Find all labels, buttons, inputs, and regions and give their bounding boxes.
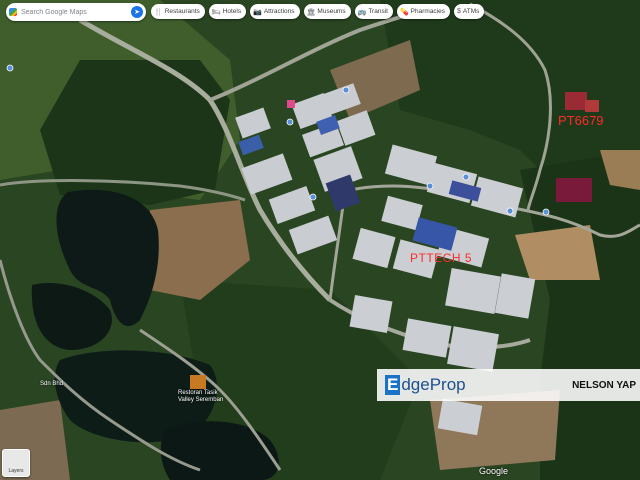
chip-label: Restaurants — [164, 8, 200, 15]
chip-atms[interactable]: $ ATMs — [454, 4, 485, 19]
google-maps-logo-icon — [9, 8, 17, 16]
chip-hotels[interactable]: 🛏 Hotels — [208, 4, 247, 19]
search-input[interactable]: Search Google Maps — [21, 9, 131, 16]
pharmacy-icon: 💊 — [399, 8, 409, 16]
company-place-label[interactable]: Sdn Bhd — [40, 381, 63, 387]
chip-label: Pharmacies — [410, 8, 445, 15]
chip-label: Transit — [368, 8, 388, 15]
atm-icon: $ — [457, 8, 461, 15]
category-chips: 🍴 Restaurants 🛏 Hotels 📷 Attractions 🏛 Museu… — [151, 4, 485, 19]
edgeprop-logo: EdgeProp — [385, 375, 466, 395]
google-attribution: Google — [479, 466, 509, 476]
museum-icon: 🏛 — [306, 8, 316, 16]
agent-name: NELSON YAP — [572, 379, 636, 391]
site-annotation-label: PTTECH 5 — [410, 251, 473, 265]
brand-initial: E — [385, 375, 401, 395]
chip-restaurants[interactable]: 🍴 Restaurants — [151, 4, 205, 19]
search-bar[interactable]: Search Google Maps ➤ — [6, 3, 146, 21]
satellite-map[interactable] — [0, 0, 640, 480]
chip-label: Hotels — [222, 8, 242, 15]
fork-knife-icon: 🍴 — [154, 8, 163, 16]
camera-icon: 📷 — [253, 8, 262, 16]
chip-museums[interactable]: 🏛 Museums — [303, 4, 351, 19]
chip-label: ATMs — [462, 8, 480, 15]
chip-label: Attractions — [263, 8, 295, 15]
restaurant-place-label[interactable]: Restoran Tasik Valley Seremban — [178, 390, 223, 404]
restaurant-name: Restoran Tasik Valley Seremban — [178, 390, 224, 403]
bed-icon: 🛏 — [211, 8, 221, 16]
layers-button[interactable]: Layers — [2, 449, 30, 477]
chip-label: Museums — [317, 8, 346, 15]
layers-label: Layers — [8, 468, 24, 474]
chip-attractions[interactable]: 📷 Attractions — [250, 4, 300, 19]
watermark-banner: EdgeProp NELSON YAP — [377, 369, 640, 401]
chip-pharmacies[interactable]: 💊 Pharmacies — [396, 4, 450, 19]
chip-transit[interactable]: 🚌 Transit — [354, 4, 393, 19]
transit-icon: 🚌 — [357, 8, 367, 16]
directions-icon[interactable]: ➤ — [131, 6, 143, 18]
brand-name: dgeProp — [401, 375, 466, 394]
plot-annotation-label: PT6679 — [558, 113, 604, 128]
